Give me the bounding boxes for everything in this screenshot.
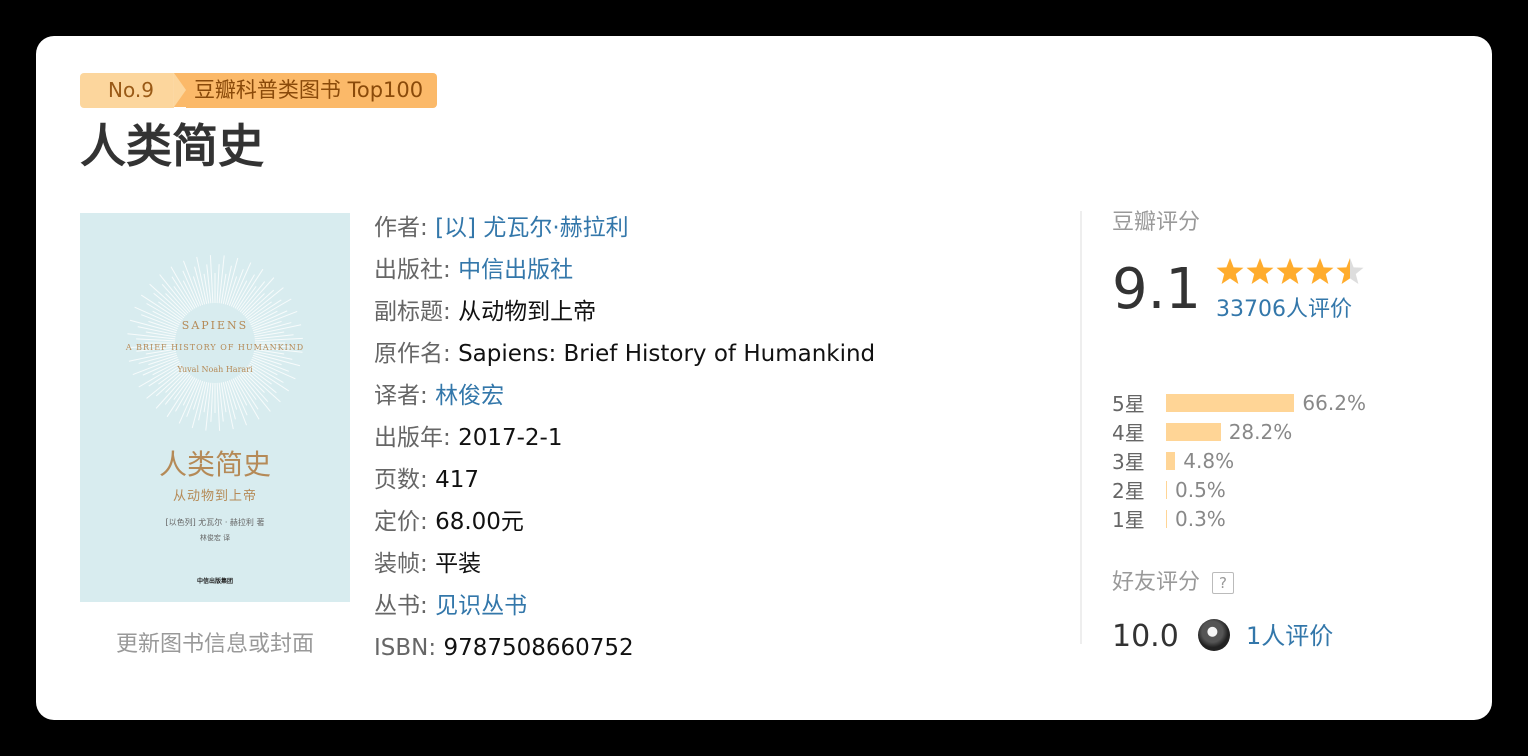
info-row: ISBN: 9787508660752	[374, 630, 875, 672]
star-level-label: 1星	[1112, 508, 1145, 532]
info-label: 作者:	[374, 215, 428, 241]
info-row: 副标题: 从动物到上帝	[374, 294, 875, 336]
star-icon	[1336, 258, 1364, 284]
rating-votes-link[interactable]: 33706人评价	[1216, 294, 1352, 326]
info-value: 417	[435, 467, 479, 493]
rating-percent: 0.5%	[1175, 477, 1226, 502]
info-label: 副标题:	[374, 299, 451, 325]
cover-en-author: Yuval Noah Harari	[177, 365, 253, 374]
book-title: 人类简史	[80, 119, 264, 173]
info-value-link[interactable]: 见识丛书	[435, 593, 527, 619]
info-value-link[interactable]: 林俊宏	[435, 383, 504, 409]
book-card: No.9 豆瓣科普类图书 Top100 人类简史 SAPIENS A BRIEF…	[36, 36, 1492, 720]
info-value: Sapiens: Brief History of Humankind	[458, 341, 876, 367]
cover-cn-author: [以色列] 尤瓦尔 · 赫拉利 著	[165, 518, 265, 527]
rating-bar	[1166, 509, 1167, 528]
info-label: 装帧:	[374, 551, 428, 577]
rating-dist-row: 5星 66.2%	[1112, 388, 1366, 417]
friend-rating-label: 好友评分	[1112, 570, 1201, 595]
star-icon	[1246, 258, 1274, 284]
info-value: 平装	[435, 551, 482, 577]
cover-starburst-art	[127, 255, 303, 431]
info-label: ISBN:	[374, 635, 437, 661]
rank-list-name: 豆瓣科普类图书 Top100	[185, 73, 438, 108]
rank-number: No.9	[80, 73, 174, 108]
column-divider	[1080, 211, 1082, 644]
rating-bar	[1166, 393, 1295, 412]
rating-percent: 66.2%	[1302, 390, 1366, 415]
info-value-link[interactable]: 中信出版社	[458, 257, 573, 283]
info-row: 丛书: 见识丛书	[374, 588, 875, 630]
friend-rating-header: 好友评分 ?	[1112, 568, 1235, 598]
rating-percent: 4.8%	[1183, 448, 1235, 473]
cover-cn-subtitle: 从动物到上帝	[172, 489, 257, 504]
info-row: 原作名: Sapiens: Brief History of Humankind	[374, 336, 875, 378]
friend-votes-link[interactable]: 1人评价	[1246, 618, 1333, 654]
info-label: 页数:	[374, 467, 428, 493]
star-icon	[1276, 258, 1304, 284]
info-row: 出版年: 2017-2-1	[374, 420, 875, 462]
info-label: 定价:	[374, 509, 428, 535]
info-value: 2017-2-1	[458, 425, 563, 451]
rating-dist-row: 4星 28.2%	[1112, 417, 1366, 446]
cover-publisher-mark: 中信出版集团	[196, 578, 233, 585]
rating-stars	[1216, 256, 1364, 286]
info-row: 译者: 林俊宏	[374, 378, 875, 420]
cover-translator: 林俊宏 译	[199, 534, 231, 542]
rating-panel: 豆瓣评分 9.1 33706人评价 5星 66.2% 4星 28.2% 3星 4.8% 2星…	[1112, 208, 1452, 654]
cover-en-title: SAPIENS	[181, 319, 249, 332]
cover-en-subtitle: A BRIEF HISTORY OF HUMANKIND	[125, 343, 305, 352]
rating-dist-row: 3星 4.8%	[1112, 446, 1366, 475]
info-label: 丛书:	[374, 593, 428, 619]
star-icon	[1216, 258, 1244, 284]
badge-arrow-divider	[173, 73, 186, 107]
star-level-label: 2星	[1112, 479, 1145, 503]
info-row: 作者: [以] 尤瓦尔·赫拉利	[374, 210, 875, 252]
friend-avatar[interactable]	[1198, 619, 1230, 651]
info-label: 出版社:	[374, 257, 451, 283]
info-value: 9787508660752	[443, 635, 634, 661]
friend-rating-score: 10.0	[1112, 619, 1179, 654]
rating-distribution: 5星 66.2% 4星 28.2% 3星 4.8% 2星 0.5% 1星 0.3%	[1112, 388, 1366, 533]
rating-percent: 0.3%	[1175, 506, 1226, 531]
question-icon[interactable]: ?	[1212, 572, 1235, 594]
info-value: 从动物到上帝	[458, 299, 597, 325]
info-label: 出版年:	[374, 425, 451, 451]
info-row: 装帧: 平装	[374, 546, 875, 588]
star-level-label: 4星	[1112, 421, 1145, 445]
star-level-label: 3星	[1112, 450, 1145, 474]
cover-cn-title: 人类简史	[158, 448, 271, 481]
star-icon	[1306, 258, 1334, 284]
rating-bar	[1166, 480, 1167, 499]
info-value-link[interactable]: [以] 尤瓦尔·赫拉利	[435, 215, 629, 241]
info-row: 定价: 68.00元	[374, 504, 875, 546]
info-value: 68.00元	[435, 509, 524, 535]
info-row: 出版社: 中信出版社	[374, 252, 875, 294]
rating-bar	[1166, 422, 1221, 441]
douban-rating-header: 豆瓣评分	[1112, 210, 1201, 235]
rating-percent: 28.2%	[1228, 419, 1293, 444]
rating-bar	[1166, 451, 1176, 470]
rating-score: 9.1	[1112, 257, 1202, 322]
book-cover[interactable]: SAPIENS A BRIEF HISTORY OF HUMANKIND Yuv…	[80, 213, 350, 602]
book-info-list: 作者: [以] 尤瓦尔·赫拉利 出版社: 中信出版社 副标题: 从动物到上帝 原作名:…	[374, 210, 875, 672]
info-label: 译者:	[374, 383, 428, 409]
rating-dist-row: 2星 0.5%	[1112, 475, 1366, 504]
info-row: 页数: 417	[374, 462, 875, 504]
top100-rank-badge[interactable]: No.9 豆瓣科普类图书 Top100	[80, 73, 438, 108]
info-label: 原作名:	[374, 341, 451, 367]
star-level-label: 5星	[1112, 392, 1145, 416]
update-book-info-link[interactable]: 更新图书信息或封面	[80, 626, 350, 658]
rating-dist-row: 1星 0.3%	[1112, 504, 1366, 533]
